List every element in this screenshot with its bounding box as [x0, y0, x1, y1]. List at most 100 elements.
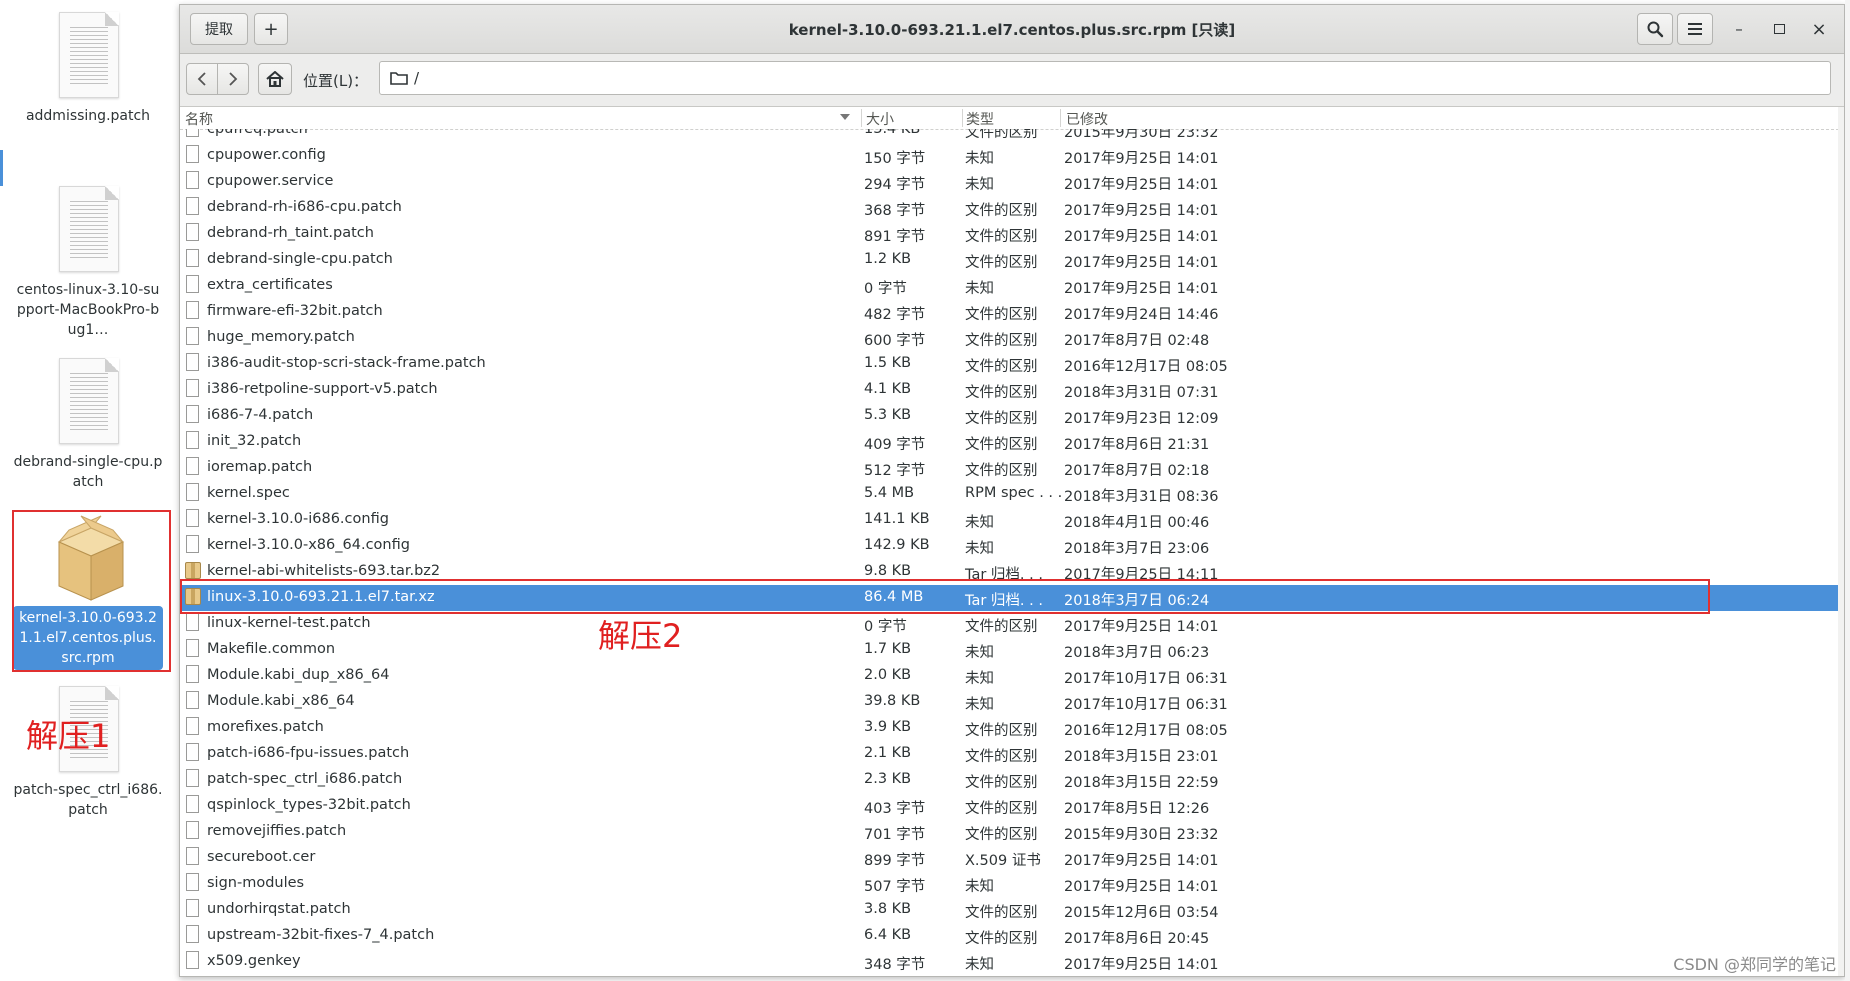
file-type: 文件的区别 — [965, 203, 1038, 219]
file-modified: 2017年9月25日 14:01 — [1064, 957, 1219, 973]
chevron-right-icon — [229, 72, 238, 86]
file-row[interactable]: cpupower.service 294 字节 未知 2017年9月25日 14:01 — [180, 169, 1844, 195]
file-modified: 2017年9月24日 14:46 — [1064, 307, 1219, 323]
file-modified: 2015年9月30日 23:32 — [1064, 129, 1219, 141]
file-row[interactable]: sign-modules 507 字节 未知 2017年9月25日 14:01 — [180, 871, 1844, 897]
file-size: 294 字节 — [864, 177, 926, 193]
file-name: morefixes.patch — [207, 719, 324, 735]
file-row[interactable]: patch-spec_ctrl_i686.patch 2.3 KB 文件的区别 201… — [180, 767, 1844, 793]
file-name: i386-audit-stop-scri-stack-frame.patch — [207, 355, 486, 371]
file-size: 1.5 KB — [864, 355, 912, 371]
file-name: secureboot.cer — [207, 849, 316, 865]
minimize-button[interactable]: – — [1725, 15, 1753, 43]
file-size: 891 字节 — [864, 229, 926, 245]
file-row[interactable]: Module.kabi_dup_x86_64 2.0 KB 未知 2017年10月17… — [180, 663, 1844, 689]
file-row[interactable]: i386-audit-stop-scri-stack-frame.patch 1.… — [180, 351, 1844, 377]
scrollbar-trough[interactable] — [1838, 107, 1844, 976]
file-row[interactable]: upstream-32bit-fixes-7_4.patch 6.4 KB 文件的区… — [180, 923, 1844, 949]
file-row[interactable]: ioremap.patch 512 字节 文件的区别 2017年8月7日 02:18 — [180, 455, 1844, 481]
file-row[interactable]: x509.genkey 348 字节 未知 2017年9月25日 14:01 — [180, 949, 1844, 975]
file-row[interactable]: Makefile.common 1.7 KB 未知 2018年3月7日 06:23 — [180, 637, 1844, 663]
file-name: patch-i686-fpu-issues.patch — [207, 745, 410, 761]
file-modified: 2017年8月6日 21:31 — [1064, 437, 1210, 453]
file-size: 2.1 KB — [864, 745, 912, 761]
file-size: 1.7 KB — [864, 641, 912, 657]
file-modified: 2017年10月17日 06:31 — [1064, 697, 1228, 713]
menu-button[interactable] — [1677, 13, 1713, 45]
file-row[interactable]: patch-i686-fpu-issues.patch 2.1 KB 文件的区别 20… — [180, 741, 1844, 767]
text-file-icon — [186, 249, 199, 267]
file-name: firmware-efi-32bit.patch — [207, 303, 383, 319]
column-header-type[interactable]: 类型 — [966, 109, 994, 129]
file-name: i386-retpoline-support-v5.patch — [207, 381, 438, 397]
file-size: 2.0 KB — [864, 667, 912, 683]
file-row[interactable]: removejiffies.patch 701 字节 文件的区别 2015年9月30日… — [180, 819, 1844, 845]
search-button[interactable] — [1637, 13, 1673, 45]
file-row[interactable]: linux-kernel-test.patch 0 字节 文件的区别 2017年9月2… — [180, 611, 1844, 637]
file-row[interactable]: kernel.spec 5.4 MB RPM spec . . . 2018年3月31… — [180, 481, 1844, 507]
location-field[interactable]: / — [379, 61, 1831, 95]
column-header-size[interactable]: 大小 — [866, 109, 894, 129]
file-row[interactable]: kernel-3.10.0-i686.config 141.1 KB 未知 2018年… — [180, 507, 1844, 533]
text-file-icon — [186, 327, 199, 345]
file-name: cpufreq.patch — [207, 129, 308, 137]
desktop-icon-addmissing[interactable]: addmissing.patch — [13, 12, 163, 126]
file-name: ioremap.patch — [207, 459, 313, 475]
desktop-icon-debrand-single-cpu[interactable]: debrand-single-cpu.patch — [13, 358, 163, 492]
folder-icon — [390, 72, 408, 85]
file-row[interactable]: morefixes.patch 3.9 KB 文件的区别 2016年12月17日 08… — [180, 715, 1844, 741]
window-title: kernel-3.10.0-693.21.1.el7.centos.plus.s… — [788, 21, 1236, 39]
file-row[interactable]: debrand-rh-i686-cpu.patch 368 字节 文件的区别 2017… — [180, 195, 1844, 221]
file-row[interactable]: debrand-rh_taint.patch 891 字节 文件的区别 2017年9月… — [180, 221, 1844, 247]
file-name: qspinlock_types-32bit.patch — [207, 797, 411, 813]
text-file-icon — [51, 12, 125, 100]
column-header-name[interactable]: 名称 — [185, 109, 213, 129]
column-separator — [962, 109, 963, 127]
file-size: 348 字节 — [864, 957, 926, 973]
file-row[interactable]: secureboot.cer 899 字节 X.509 证书 2017年9月25日 1… — [180, 845, 1844, 871]
file-row[interactable]: undorhirqstat.patch 3.8 KB 文件的区别 2015年12月6日… — [180, 897, 1844, 923]
file-row[interactable]: kernel-3.10.0-x86_64.config 142.9 KB 未知 201… — [180, 533, 1844, 559]
file-row[interactable]: cpufreq.patch 13.4 KB 文件的区别 2015年9月30日 23:3… — [180, 129, 1844, 143]
desktop-icon-centos-linux[interactable]: centos-linux-3.10-support-MacBookPro-bug… — [13, 186, 163, 340]
file-row[interactable]: init_32.patch 409 字节 文件的区别 2017年8月6日 21:31 — [180, 429, 1844, 455]
archive-manager-window: 提取 + kernel-3.10.0-693.21.1.el7.centos.p… — [179, 4, 1845, 977]
text-file-icon — [186, 483, 199, 501]
text-file-icon — [186, 925, 199, 943]
annotation-step1: 解压1 — [26, 717, 111, 755]
home-button[interactable] — [258, 63, 292, 95]
file-type: 文件的区别 — [965, 775, 1038, 791]
location-label: 位置(L)： — [303, 72, 369, 90]
file-row[interactable]: qspinlock_types-32bit.patch 403 字节 文件的区别 20… — [180, 793, 1844, 819]
file-size: 482 字节 — [864, 307, 926, 323]
text-file-icon — [186, 899, 199, 917]
file-modified: 2017年8月5日 12:26 — [1064, 801, 1210, 817]
file-type: 未知 — [965, 697, 994, 713]
file-type: 文件的区别 — [965, 411, 1038, 427]
back-button[interactable] — [186, 63, 218, 95]
file-row[interactable]: cpupower.config 150 字节 未知 2017年9月25日 14:01 — [180, 143, 1844, 169]
maximize-button[interactable] — [1765, 15, 1793, 43]
file-row[interactable]: extra_certificates 0 字节 未知 2017年9月25日 14:01 — [180, 273, 1844, 299]
file-row[interactable]: huge_memory.patch 600 字节 文件的区别 2017年8月7日 02… — [180, 325, 1844, 351]
file-row[interactable]: Module.kabi_x86_64 39.8 KB 未知 2017年10月17日 0… — [180, 689, 1844, 715]
file-row[interactable]: debrand-single-cpu.patch 1.2 KB 文件的区别 2017年… — [180, 247, 1844, 273]
file-name: linux-kernel-test.patch — [207, 615, 371, 631]
file-type: 未知 — [965, 281, 994, 297]
file-type: 文件的区别 — [965, 619, 1038, 635]
file-row[interactable]: firmware-efi-32bit.patch 482 字节 文件的区别 2017年… — [180, 299, 1844, 325]
annotation-frame-1 — [12, 510, 171, 672]
file-size: 507 字节 — [864, 879, 926, 895]
close-button[interactable]: × — [1805, 15, 1833, 43]
file-modified: 2017年9月25日 14:01 — [1064, 229, 1219, 245]
text-file-icon — [186, 197, 199, 215]
file-name: upstream-32bit-fixes-7_4.patch — [207, 927, 435, 943]
file-name: kernel.spec — [207, 485, 290, 501]
column-header-modified[interactable]: 已修改 — [1066, 109, 1108, 129]
forward-button[interactable] — [217, 63, 249, 95]
file-row[interactable]: i686-7-4.patch 5.3 KB 文件的区别 2017年9月23日 12:0… — [180, 403, 1844, 429]
file-modified: 2017年9月25日 14:01 — [1064, 281, 1219, 297]
file-modified: 2018年3月31日 07:31 — [1064, 385, 1219, 401]
maximize-icon — [1773, 24, 1785, 34]
file-row[interactable]: i386-retpoline-support-v5.patch 4.1 KB 文件的… — [180, 377, 1844, 403]
